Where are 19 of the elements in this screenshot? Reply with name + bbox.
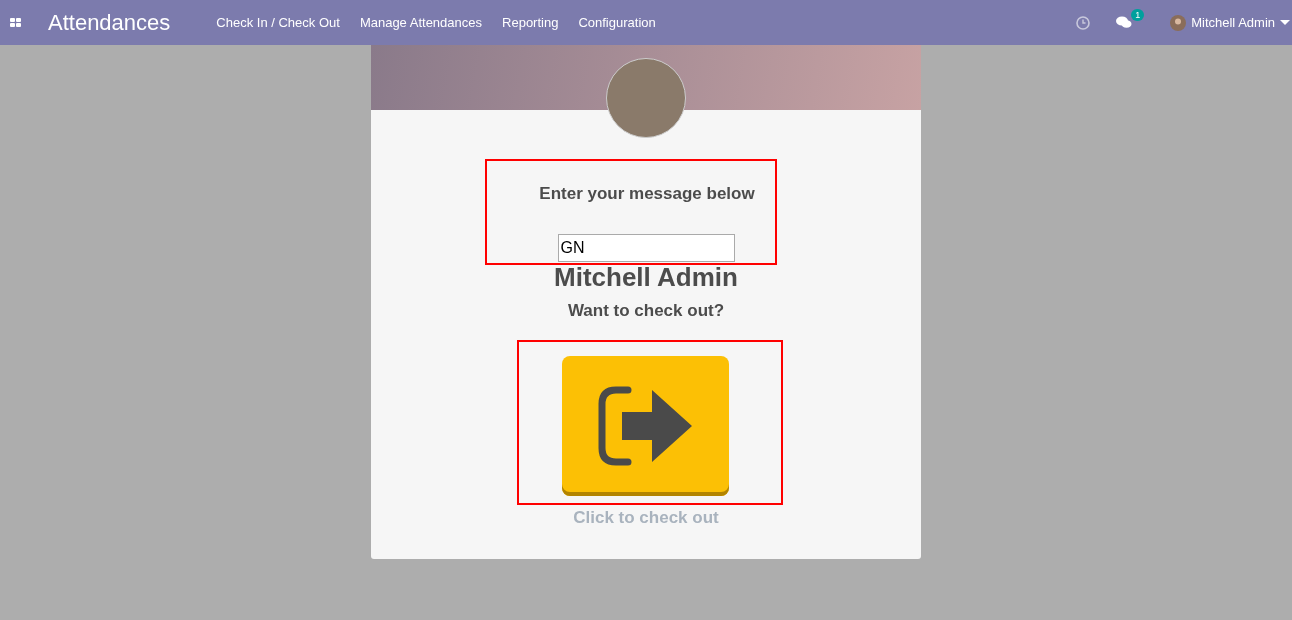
menu-item[interactable]: Reporting [502, 15, 559, 30]
caret-icon [1280, 19, 1290, 26]
sign-out-icon [597, 386, 694, 466]
clock-icon[interactable] [1076, 15, 1091, 30]
message-prompt: Enter your message below [539, 184, 755, 204]
employee-name: Mitchell Admin [554, 262, 738, 293]
user-menu[interactable]: Mitchell Admin [1170, 14, 1292, 31]
check-out-caption: Click to check out [573, 508, 719, 528]
message-count-badge: 1 [1131, 9, 1145, 21]
check-out-button[interactable] [562, 356, 729, 496]
menu-item[interactable]: Manage Attendances [359, 15, 483, 30]
apps-grid-icon[interactable] [10, 17, 22, 28]
user-avatar-icon [1170, 14, 1187, 31]
message-input[interactable]: GN [557, 234, 735, 262]
app-title: Attendances [48, 9, 171, 36]
check-out-question: Want to check out? [567, 301, 725, 321]
menu-item[interactable]: Check In / Check Out [216, 15, 340, 30]
chat-icon[interactable] [1116, 16, 1133, 29]
menu-item[interactable]: Configuration [578, 15, 656, 30]
